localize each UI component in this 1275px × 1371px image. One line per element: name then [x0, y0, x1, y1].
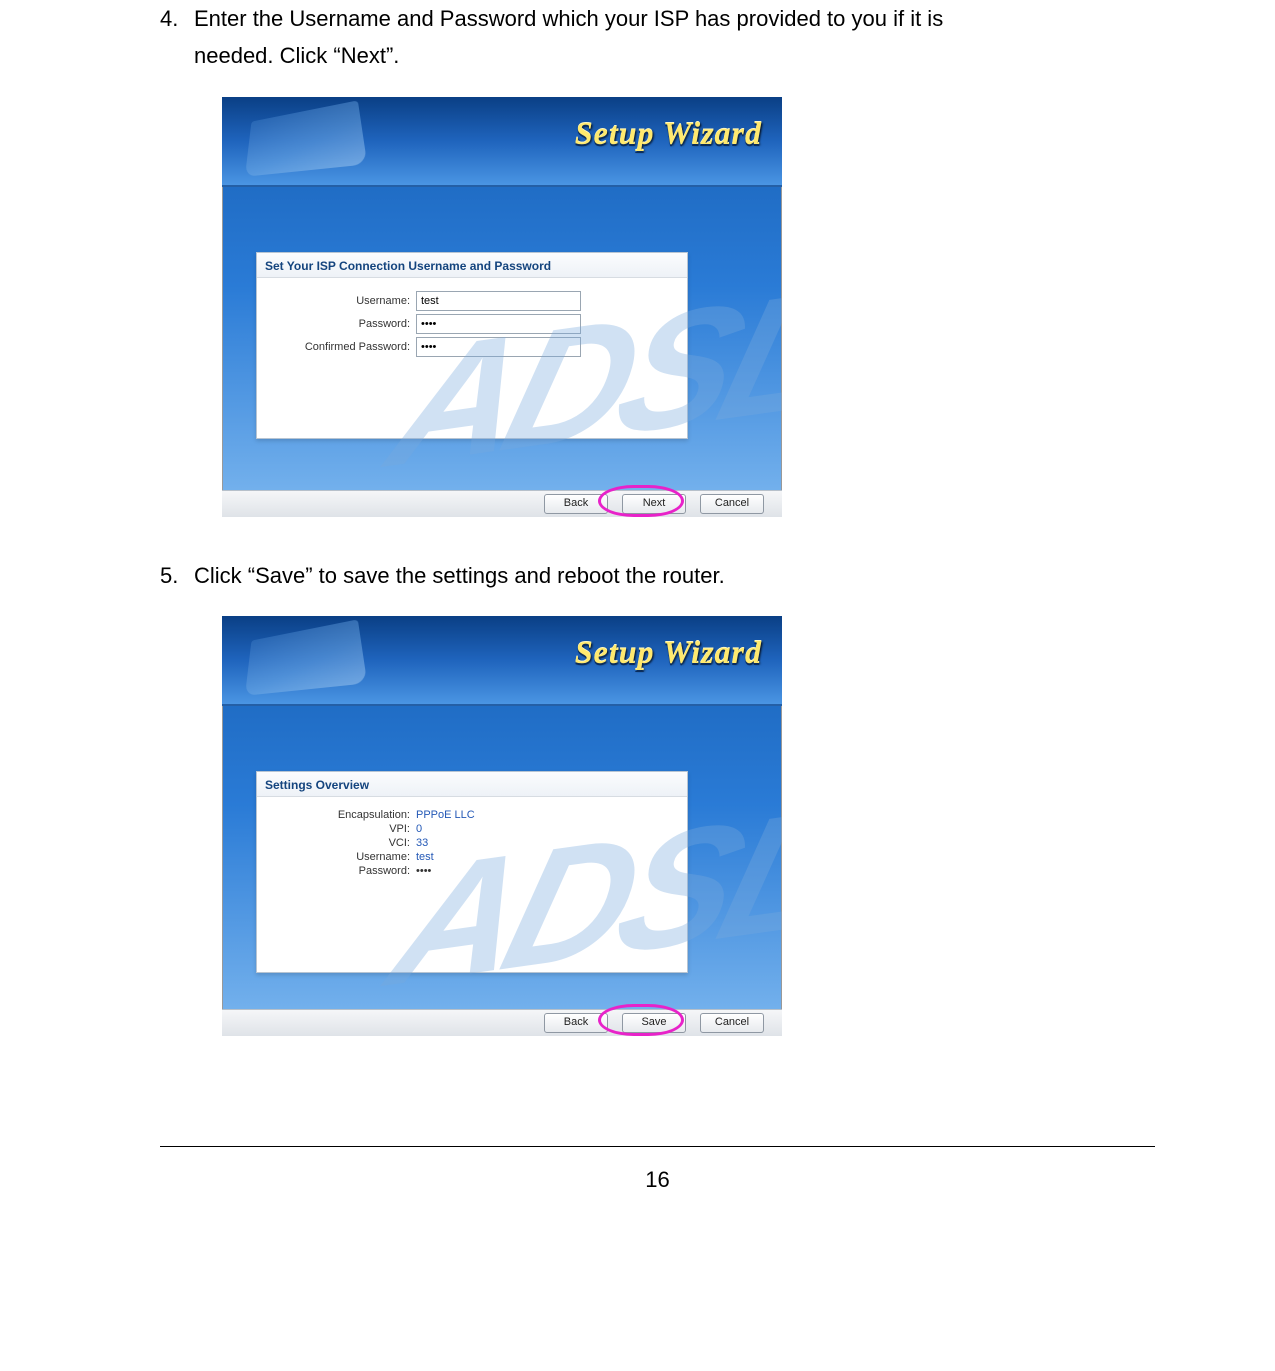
back-button[interactable]: Back: [544, 494, 608, 514]
page-number: 16: [160, 1167, 1155, 1193]
password-value: ••••: [416, 865, 431, 877]
encapsulation-row: Encapsulation: PPPoE LLC: [265, 809, 679, 821]
password-row: Password: ••••: [265, 865, 679, 877]
step-5-line: Click “Save” to save the settings and re…: [194, 563, 725, 588]
wizard-title: Setup Wizard: [575, 115, 762, 152]
vpi-label: VPI:: [265, 823, 416, 835]
laptop-graphic: [245, 620, 367, 696]
username-label: Username:: [265, 851, 416, 863]
vci-row: VCI: 33: [265, 837, 679, 849]
wizard-screenshot-credentials: Setup Wizard Set Your ISP Connection Use…: [222, 97, 782, 517]
wizard-title: Setup Wizard: [575, 634, 762, 671]
username-row: Username: test: [265, 851, 679, 863]
wizard-screenshot-overview: Setup Wizard Settings Overview Encapsula…: [222, 616, 782, 1036]
wizard-footer: Back Save Cancel: [222, 1009, 782, 1036]
confirm-password-label: Confirmed Password:: [265, 341, 416, 353]
wizard-footer: Back Next Cancel: [222, 490, 782, 517]
username-label: Username:: [265, 295, 416, 307]
step-4-text: 4.Enter the Username and Password which …: [160, 0, 1155, 75]
step-4-number: 4.: [160, 0, 194, 37]
encapsulation-label: Encapsulation:: [265, 809, 416, 821]
step-5-number: 5.: [160, 557, 194, 594]
confirm-password-row: Confirmed Password:: [265, 337, 679, 357]
vpi-row: VPI: 0: [265, 823, 679, 835]
cancel-button[interactable]: Cancel: [700, 494, 764, 514]
next-button[interactable]: Next: [622, 494, 686, 514]
step-4-line2: needed. Click “Next”.: [194, 37, 1155, 74]
password-label: Password:: [265, 865, 416, 877]
password-label: Password:: [265, 318, 416, 330]
wizard-header: Setup Wizard: [222, 97, 782, 187]
overview-panel: Settings Overview Encapsulation: PPPoE L…: [256, 771, 688, 973]
password-input[interactable]: [416, 314, 581, 334]
back-button[interactable]: Back: [544, 1013, 608, 1033]
cancel-button[interactable]: Cancel: [700, 1013, 764, 1033]
username-input[interactable]: [416, 291, 581, 311]
username-value: test: [416, 851, 434, 863]
panel-body: Username: Password: Confirmed Password:: [257, 278, 687, 386]
laptop-graphic: [245, 100, 367, 176]
vci-label: VCI:: [265, 837, 416, 849]
username-row: Username:: [265, 291, 679, 311]
panel-title: Settings Overview: [257, 772, 687, 797]
encapsulation-value: PPPoE LLC: [416, 809, 475, 821]
step-5-text: 5.Click “Save” to save the settings and …: [160, 557, 1155, 594]
wizard-header: Setup Wizard: [222, 616, 782, 706]
vpi-value: 0: [416, 823, 422, 835]
panel-title: Set Your ISP Connection Username and Pas…: [257, 253, 687, 278]
panel-body: Encapsulation: PPPoE LLC VPI: 0 VCI: 33 …: [257, 797, 687, 905]
step-4-line1: Enter the Username and Password which yo…: [194, 6, 943, 31]
credentials-panel: Set Your ISP Connection Username and Pas…: [256, 252, 688, 439]
vci-value: 33: [416, 837, 428, 849]
page-divider: [160, 1146, 1155, 1147]
save-button[interactable]: Save: [622, 1013, 686, 1033]
password-row: Password:: [265, 314, 679, 334]
confirm-password-input[interactable]: [416, 337, 581, 357]
